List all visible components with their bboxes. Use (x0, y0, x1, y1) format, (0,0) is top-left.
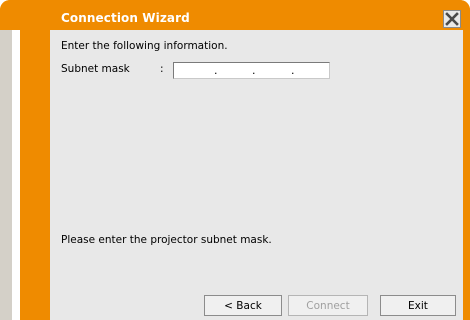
close-icon (445, 12, 459, 26)
wizard-content-panel: Enter the following information. Subnet … (50, 30, 463, 320)
subnet-mask-label: Subnet mask (61, 63, 130, 75)
subnet-mask-input[interactable]: . . . (173, 62, 330, 79)
hint-text: Please enter the projector subnet mask. (61, 234, 272, 246)
ip-separator: . (214, 64, 218, 77)
instruction-text: Enter the following information. (61, 40, 228, 52)
connection-wizard-window: Connection Wizard Enter the following in… (0, 0, 470, 320)
left-white-gap (12, 30, 20, 320)
exit-button[interactable]: Exit (380, 295, 456, 316)
close-button[interactable] (443, 10, 461, 28)
back-button[interactable]: < Back (204, 295, 282, 316)
window-title: Connection Wizard (61, 11, 190, 25)
left-decoration-band (0, 30, 50, 320)
label-colon: : (160, 63, 164, 75)
left-light-strip (0, 30, 12, 320)
ip-separator: . (252, 64, 256, 77)
connect-button[interactable]: Connect (288, 295, 368, 316)
title-bar: Connection Wizard (0, 0, 470, 30)
right-decoration-band (463, 30, 470, 320)
ip-separator: . (291, 64, 295, 77)
